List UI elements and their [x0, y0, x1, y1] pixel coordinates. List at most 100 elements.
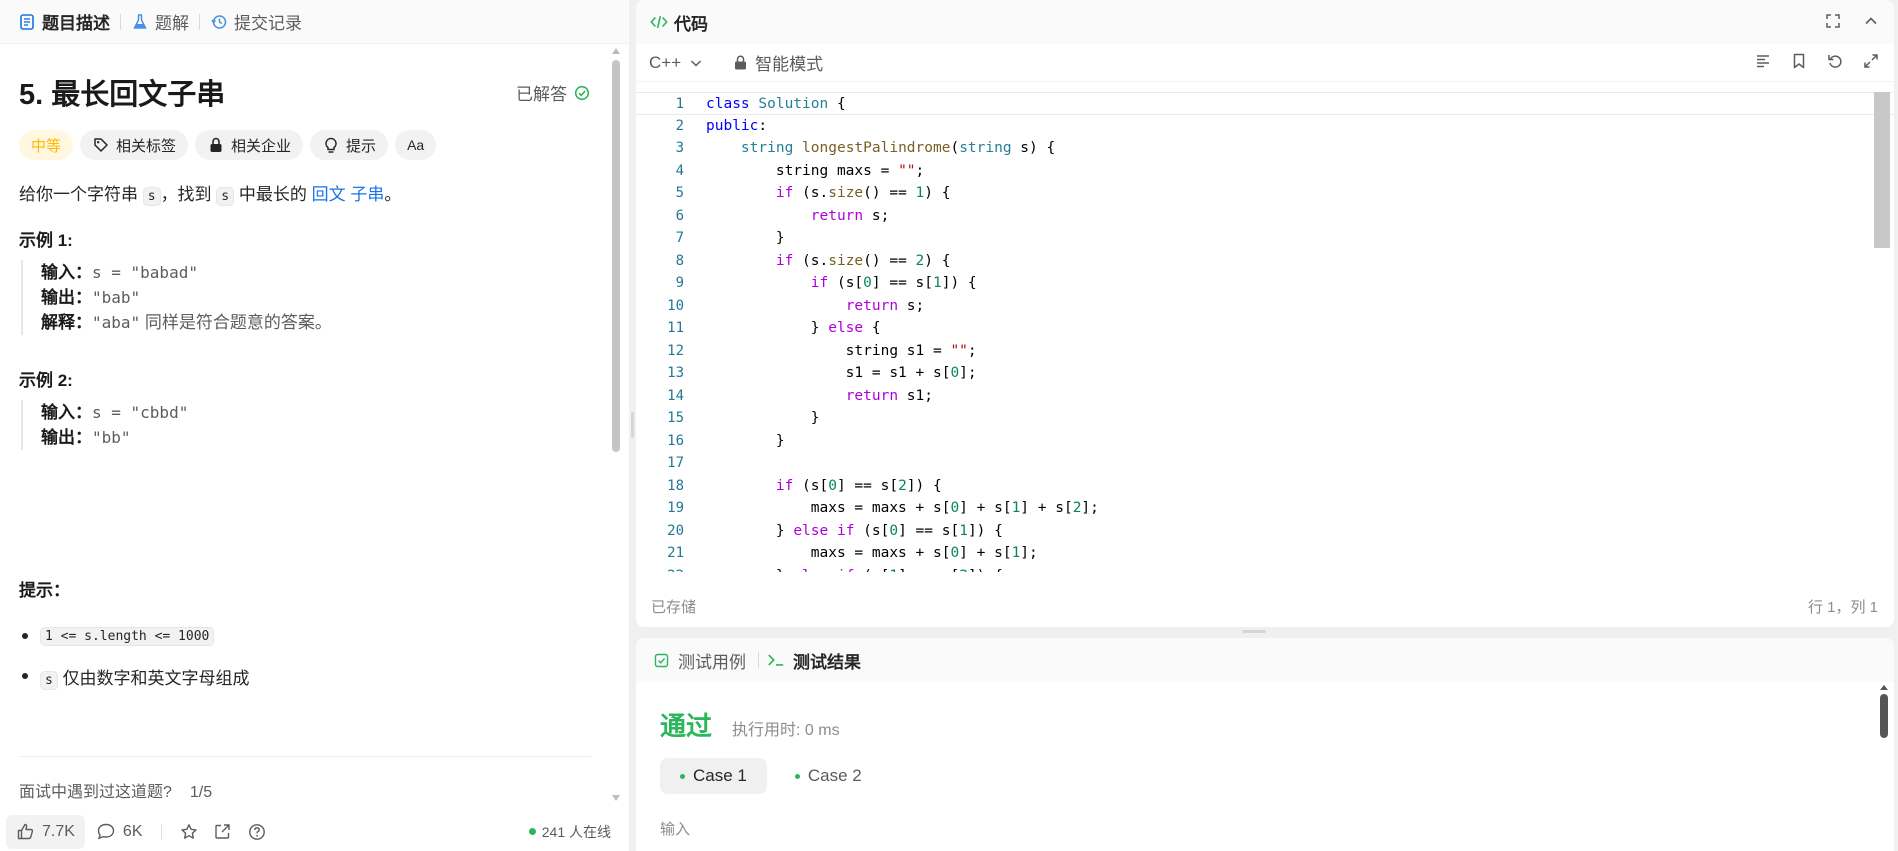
- bullet: [22, 633, 28, 639]
- tab-testcases-label: 测试用例: [678, 652, 746, 672]
- line-number: 14: [667, 387, 684, 404]
- tab-divider: [120, 13, 121, 30]
- example-input: 输入：s = "cbbd": [41, 400, 188, 425]
- result-scrollbar[interactable]: [1880, 694, 1888, 738]
- constraint-text: 仅由数字和英文字母组成: [62, 668, 250, 688]
- explain-text: 同样是符合题意的答案。: [144, 313, 332, 332]
- language-select[interactable]: C++: [649, 53, 705, 73]
- related-tags-label: 相关标签: [116, 137, 177, 155]
- translate-button[interactable]: Aa: [395, 130, 437, 160]
- divider: [160, 823, 162, 840]
- problem-scrollbar[interactable]: [612, 60, 620, 452]
- code-text: if (s[0] == s[1]) {: [810, 275, 977, 291]
- check-circle-icon: [573, 84, 591, 102]
- related-tags-button[interactable]: 相关标签: [80, 130, 189, 160]
- related-companies-button[interactable]: 相关企业: [195, 130, 304, 160]
- example-block: 输入：s = "babad" 输出："bab" 解释："aba" 同样是符合题意…: [21, 260, 332, 335]
- favorite-button[interactable]: [168, 823, 210, 841]
- smart-mode-label: 智能模式: [755, 55, 824, 74]
- line-number: 5: [675, 185, 684, 201]
- code-line: 15 }: [636, 407, 1894, 430]
- tag-icon: [92, 136, 110, 154]
- desc-text: 中最长的: [238, 185, 307, 204]
- code-editor[interactable]: 1 class Solution { 2 public: 3 string long…: [636, 92, 1894, 572]
- checkbox-icon: [652, 651, 670, 669]
- input-label: 输入：: [41, 403, 92, 422]
- online-label: 241 人在线: [541, 823, 611, 840]
- problem-footer: 7.7K 6K 241 人在线: [0, 812, 629, 851]
- list-item: 1 <= s.length <= 1000: [19, 616, 250, 656]
- case-tab-1[interactable]: Case 1: [660, 758, 767, 794]
- code-line: 9 if (s[0] == s[1]) {: [636, 272, 1894, 295]
- editor-scrollbar[interactable]: [1874, 92, 1890, 248]
- tab-testcases[interactable]: 测试用例: [652, 648, 758, 673]
- code-line: 3 string longestPalindrome(string s) {: [636, 137, 1894, 160]
- panel-resize-grip[interactable]: [1242, 630, 1266, 633]
- online-count: 241 人在线: [528, 822, 611, 842]
- example-explanation: 解释："aba" 同样是符合题意的答案。: [41, 310, 332, 335]
- share-icon: [214, 823, 232, 841]
- code-line: 10 return s;: [636, 295, 1894, 318]
- comment-icon: [97, 823, 115, 841]
- case-tabs: Case 1 Case 2: [660, 758, 882, 794]
- code-text: } else if (s[1] == s[2]) {: [706, 565, 1003, 573]
- case-tab-2[interactable]: Case 2: [775, 758, 882, 794]
- example-input: 输入：s = "babad": [41, 260, 332, 285]
- code-line: 20 } else if (s[0] == s[1]) {: [636, 520, 1894, 543]
- code-text: string longestPalindrome(string s) {: [740, 140, 1056, 156]
- case-label: Case 1: [693, 766, 747, 785]
- editor-status-bar: 已存储 行 1，列 1: [636, 590, 1894, 622]
- difficulty-badge[interactable]: 中等: [19, 130, 74, 160]
- lock-icon: [731, 54, 749, 72]
- chevron-up-icon[interactable]: [1862, 12, 1880, 30]
- line-number: 4: [675, 162, 684, 179]
- format-icon[interactable]: [1754, 52, 1772, 70]
- pass-dot: [794, 773, 800, 779]
- code-text: } else if (s[0] == s[1]) {: [706, 522, 1003, 539]
- code-panel-title: 代码: [674, 14, 708, 34]
- bookmark-icon[interactable]: [1790, 52, 1808, 70]
- smart-mode-toggle[interactable]: 智能模式: [731, 50, 823, 75]
- scroll-down-arrow[interactable]: [612, 795, 620, 801]
- line-number: 18: [667, 477, 684, 494]
- question-icon: [248, 823, 266, 841]
- substring-link[interactable]: 子串: [350, 185, 384, 204]
- scroll-up-arrow[interactable]: [612, 48, 620, 54]
- resize-grip[interactable]: [631, 412, 634, 438]
- code-text: } else {: [706, 320, 881, 336]
- palindrome-link[interactable]: 回文: [312, 185, 346, 204]
- expand-icon[interactable]: [1862, 52, 1880, 70]
- thumbs-up-icon: [16, 823, 34, 841]
- code-text: if (s.size() == 1) {: [775, 185, 951, 201]
- input-value: s = "cbbd": [92, 403, 189, 422]
- line-number: 8: [675, 252, 684, 269]
- code-line: 4 string maxs = "";: [636, 160, 1894, 183]
- input-label: 输入: [660, 821, 691, 838]
- code-line: 21 maxs = maxs + s[0] + s[1];: [636, 542, 1894, 565]
- code-line: 8 if (s.size() == 2) {: [636, 250, 1894, 273]
- like-button[interactable]: 7.7K: [6, 814, 85, 849]
- saved-status: 已存储: [651, 598, 697, 616]
- help-button[interactable]: [236, 823, 278, 841]
- lock-icon: [207, 136, 225, 154]
- tab-submissions[interactable]: 提交记录: [206, 0, 312, 44]
- comments-button[interactable]: 6K: [85, 823, 155, 841]
- line-number: 2: [675, 117, 684, 134]
- bullet: [22, 673, 28, 679]
- hint-button[interactable]: 提示: [310, 130, 389, 160]
- line-number: 12: [667, 342, 684, 359]
- code-panel-header: 代码: [636, 0, 1894, 44]
- reset-icon[interactable]: [1826, 52, 1844, 70]
- line-number: 9: [675, 275, 684, 291]
- interview-question[interactable]: 面试中遇到过这道题? 1/5: [19, 778, 212, 800]
- interview-value: 1/5: [189, 784, 213, 800]
- fullscreen-icon[interactable]: [1824, 12, 1842, 30]
- code-line: 5 if (s.size() == 1) {: [636, 182, 1894, 205]
- tab-solutions-label: 题解: [155, 14, 189, 33]
- scroll-up-arrow[interactable]: [1880, 685, 1888, 690]
- tab-solutions[interactable]: 题解: [127, 0, 199, 44]
- code-text: return s;: [810, 207, 890, 224]
- tab-test-results[interactable]: 测试结果: [759, 648, 873, 673]
- share-button[interactable]: [210, 823, 236, 841]
- tab-description[interactable]: 题目描述: [14, 0, 120, 44]
